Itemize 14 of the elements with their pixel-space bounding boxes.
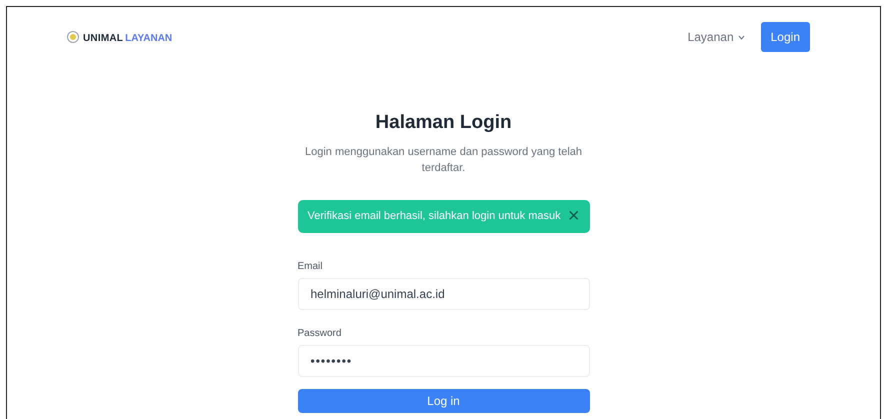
logo-icon bbox=[67, 31, 79, 43]
page-title: Halaman Login bbox=[374, 111, 513, 135]
login-button[interactable]: Login bbox=[760, 22, 810, 52]
page-subtitle: Login menggunakan username dan password yang telah terdaftar. bbox=[304, 144, 584, 176]
services-menu[interactable]: Layanan bbox=[688, 28, 745, 46]
brand-name: UNIMAL bbox=[83, 33, 124, 44]
field-label: Email bbox=[298, 260, 324, 274]
field-label: Password bbox=[298, 326, 342, 340]
submit-button[interactable]: Log in bbox=[298, 388, 590, 412]
alert-message: Verifikasi email berhasil, silahkan login untuk masuk bbox=[308, 208, 561, 224]
email-field[interactable]: helminaluri@unimal.ac.id bbox=[298, 278, 590, 310]
brand-name: LAYANAN bbox=[125, 33, 172, 44]
close-button[interactable]: × bbox=[568, 206, 580, 226]
password-field[interactable]: •••••••• bbox=[298, 344, 590, 376]
